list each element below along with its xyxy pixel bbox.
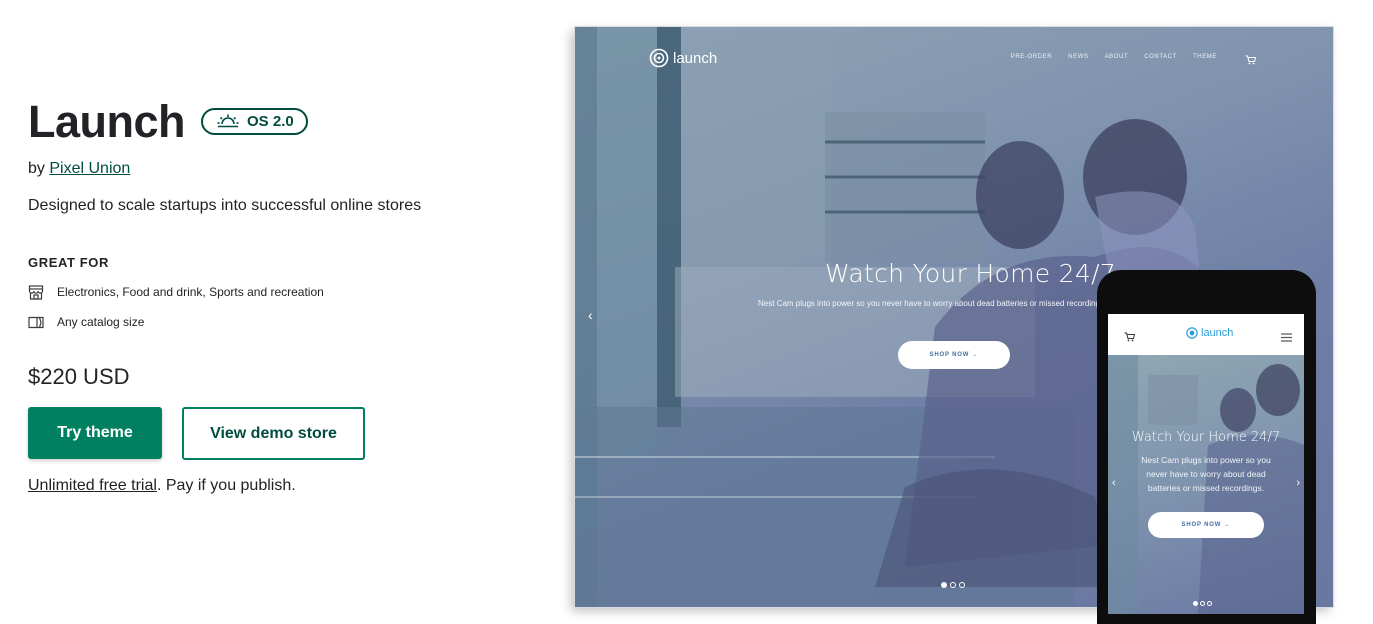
try-theme-button[interactable]: Try theme	[28, 407, 162, 459]
free-trial-link[interactable]: Unlimited free trial	[28, 477, 157, 494]
theme-info: Launch OS 2.0 by Pixel Union Designed to…	[28, 92, 508, 495]
mobile-slide-dot[interactable]	[1200, 601, 1205, 606]
slide-dot[interactable]	[950, 582, 956, 588]
sunrise-icon	[217, 114, 239, 128]
os-badge-label: OS 2.0	[247, 112, 294, 130]
feature-catalog: Any catalog size	[28, 314, 508, 330]
hero-subtitle: Nest Cam plugs into power so you never h…	[758, 299, 1107, 308]
mobile-slide-dot[interactable]	[1207, 601, 1212, 606]
mobile-cart-icon[interactable]	[1124, 329, 1136, 347]
hamburger-menu-icon[interactable]	[1281, 329, 1292, 347]
mobile-preview[interactable]: launch Watch Your Home 24/7 Nest Cam plu…	[1097, 270, 1316, 624]
os-badge: OS 2.0	[201, 107, 308, 135]
feature-industries: Electronics, Food and drink, Sports and …	[28, 284, 508, 300]
mobile-logo[interactable]: launch	[1186, 327, 1233, 339]
mobile-hero-title: Watch Your Home 24/7	[1131, 430, 1281, 445]
hero-shop-now-button[interactable]: SHOP NOW →	[898, 341, 1010, 369]
mobile-hero: Watch Your Home 24/7 Nest Cam plugs into…	[1108, 355, 1304, 614]
mobile-launch-logo-icon	[1186, 327, 1198, 339]
feature-catalog-text: Any catalog size	[57, 315, 145, 329]
nav-news[interactable]: NEWS	[1068, 54, 1088, 60]
mobile-slide-dots	[1193, 601, 1214, 606]
mobile-header: launch	[1108, 314, 1304, 355]
feature-industries-text: Electronics, Food and drink, Sports and …	[57, 285, 324, 299]
nav-contact[interactable]: CONTACT	[1144, 54, 1177, 60]
action-buttons: Try theme View demo store	[28, 407, 508, 460]
slide-dot[interactable]	[941, 582, 947, 588]
preview-logo[interactable]: launch	[649, 48, 717, 68]
store-icon	[28, 284, 46, 300]
view-demo-store-button[interactable]: View demo store	[182, 407, 365, 460]
mobile-screen: launch Watch Your Home 24/7 Nest Cam plu…	[1108, 314, 1304, 614]
byline-prefix: by	[28, 160, 45, 177]
cart-icon[interactable]	[1245, 52, 1257, 70]
great-for-heading: GREAT FOR	[28, 255, 109, 270]
mobile-logo-text: launch	[1201, 327, 1234, 339]
mobile-slide-dot[interactable]	[1193, 601, 1198, 606]
trial-note: Unlimited free trial. Pay if you publish…	[28, 477, 508, 495]
trial-note-text: . Pay if you publish.	[156, 477, 296, 494]
slide-dots	[941, 582, 968, 588]
mobile-slide-next-icon[interactable]: ›	[1296, 477, 1300, 489]
catalog-icon	[28, 314, 46, 330]
launch-logo-icon	[649, 48, 669, 68]
nav-theme[interactable]: THEME	[1193, 54, 1217, 60]
theme-title: Launch	[28, 95, 186, 147]
author-link[interactable]: Pixel Union	[49, 160, 130, 177]
nav-pre-order[interactable]: PRE-ORDER	[1011, 54, 1052, 60]
nav-about[interactable]: ABOUT	[1105, 54, 1129, 60]
mobile-slide-prev-icon[interactable]: ‹	[1112, 477, 1116, 489]
byline: by Pixel Union	[28, 160, 508, 178]
title-row: Launch OS 2.0	[28, 92, 508, 150]
theme-price: $220 USD	[28, 364, 130, 389]
slide-dot[interactable]	[959, 582, 965, 588]
theme-description: Designed to scale startups into successf…	[28, 197, 422, 214]
slide-prev-icon[interactable]: ‹	[588, 307, 593, 323]
mobile-hero-subtitle: Nest Cam plugs into power so you never h…	[1141, 455, 1271, 493]
mobile-shop-now-button[interactable]: SHOP NOW →	[1148, 512, 1264, 538]
preview-nav: PRE-ORDER NEWS ABOUT CONTACT THEME	[995, 54, 1217, 60]
preview-logo-text: launch	[673, 49, 718, 67]
hero-title: Watch Your Home 24/7	[825, 259, 1117, 288]
